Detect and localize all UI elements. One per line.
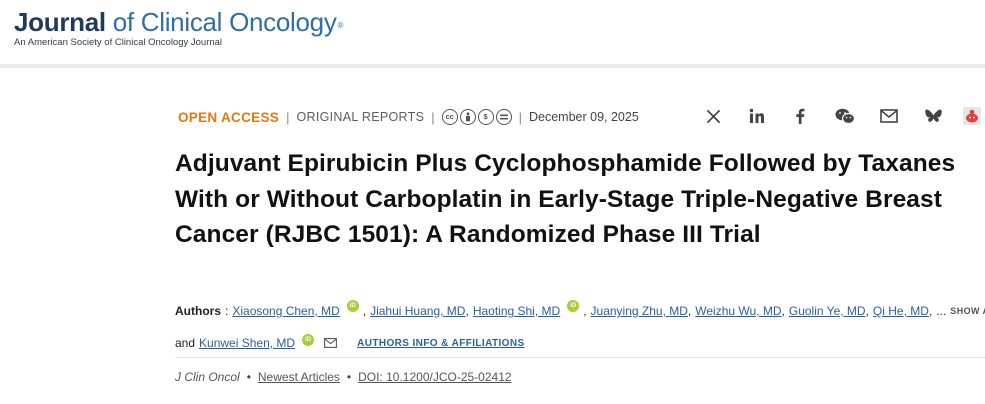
publication-date: December 09, 2025 xyxy=(529,110,639,124)
author-comma: , xyxy=(583,304,587,318)
doi-link[interactable]: DOI: 10.1200/JCO-25-02412 xyxy=(358,370,511,384)
reddit-icon[interactable] xyxy=(960,104,984,128)
noncommercial-icon: $ xyxy=(477,109,494,125)
meta-separator: | xyxy=(431,109,435,125)
article-title: Adjuvant Epirubicin Plus Cyclophosphamid… xyxy=(175,150,956,248)
author-link[interactable]: Weizhu Wu, MD xyxy=(695,304,781,318)
and-label: and xyxy=(175,336,196,350)
meta-separator: | xyxy=(286,109,290,125)
noderivatives-icon xyxy=(495,109,512,125)
authors-info-affiliations-link[interactable]: AUTHORS INFO & AFFILIATIONS xyxy=(357,338,524,349)
attribution-icon xyxy=(459,109,476,125)
site-header: Journal of Clinical Oncology® An America… xyxy=(0,0,985,64)
meta-separator: | xyxy=(518,109,522,125)
logo-subtitle: An American Society of Clinical Oncology… xyxy=(14,37,223,48)
citation-journal: J Clin Oncol xyxy=(175,370,240,384)
orcid-icon[interactable]: iD xyxy=(346,300,359,312)
logo-title: Journal of Clinical Oncology® xyxy=(14,7,343,37)
author-link[interactable]: Juanying Zhu, MD xyxy=(591,304,688,318)
authors-line-1: Authors: Xiaosong Chen, MD iD , Jiahui H… xyxy=(175,300,985,318)
section-label[interactable]: ORIGINAL REPORTS xyxy=(296,110,424,124)
wechat-icon[interactable] xyxy=(833,104,857,128)
article-meta-row: OPEN ACCESS | ORIGINAL REPORTS | cc $ | … xyxy=(178,108,639,126)
author-link[interactable]: Qi He, MD xyxy=(873,304,929,318)
bluesky-icon[interactable] xyxy=(921,104,945,128)
email-icon[interactable] xyxy=(877,104,901,128)
show-all-authors-button[interactable]: SHOW ALL xyxy=(950,306,985,316)
authors-label: Authors xyxy=(175,304,221,318)
logo-journal-word: Journal xyxy=(14,7,106,37)
logo-registered-mark: ® xyxy=(337,21,344,30)
open-access-badge: OPEN ACCESS xyxy=(178,109,280,125)
citation-divider xyxy=(175,357,985,358)
logo-rest-words: of Clinical Oncology xyxy=(112,7,337,37)
x-icon[interactable] xyxy=(701,104,725,128)
journal-logo[interactable]: Journal of Clinical Oncology® An America… xyxy=(14,7,343,48)
author-comma: , xyxy=(362,304,367,318)
author-comma: , xyxy=(928,304,933,318)
corresponding-email-icon[interactable] xyxy=(324,338,338,348)
license-icons[interactable]: cc $ xyxy=(441,109,512,125)
author-comma: , xyxy=(865,304,869,318)
author-comma: , xyxy=(781,304,785,318)
author-link[interactable]: Guolin Ye, MD xyxy=(789,304,866,318)
linkedin-icon[interactable] xyxy=(745,104,769,128)
authors-colon: : xyxy=(225,304,229,318)
last-author-link[interactable]: Kunwei Shen, MD xyxy=(199,336,295,350)
header-divider xyxy=(0,64,985,68)
citation-line: J Clin Oncol • Newest Articles • DOI: 10… xyxy=(175,370,512,384)
citation-bullet: • xyxy=(346,370,352,384)
citation-bullet: • xyxy=(246,370,251,384)
cc-icon: cc xyxy=(441,109,458,125)
author-comma: , xyxy=(687,304,692,318)
author-comma: , xyxy=(465,304,469,318)
authors-line-2: and Kunwei Shen, MD iD AUTHORS INFO & AF… xyxy=(175,334,525,350)
authors-ellipsis: ... xyxy=(936,304,947,318)
author-link[interactable]: Xiaosong Chen, MD xyxy=(232,304,339,318)
author-link[interactable]: Haoting Shi, MD xyxy=(473,304,560,318)
author-link[interactable]: Jiahui Huang, MD xyxy=(370,304,465,318)
newest-articles-link[interactable]: Newest Articles xyxy=(258,370,340,384)
facebook-icon[interactable] xyxy=(788,104,812,128)
orcid-icon[interactable]: iD xyxy=(567,300,580,312)
orcid-icon[interactable]: iD xyxy=(302,334,315,346)
